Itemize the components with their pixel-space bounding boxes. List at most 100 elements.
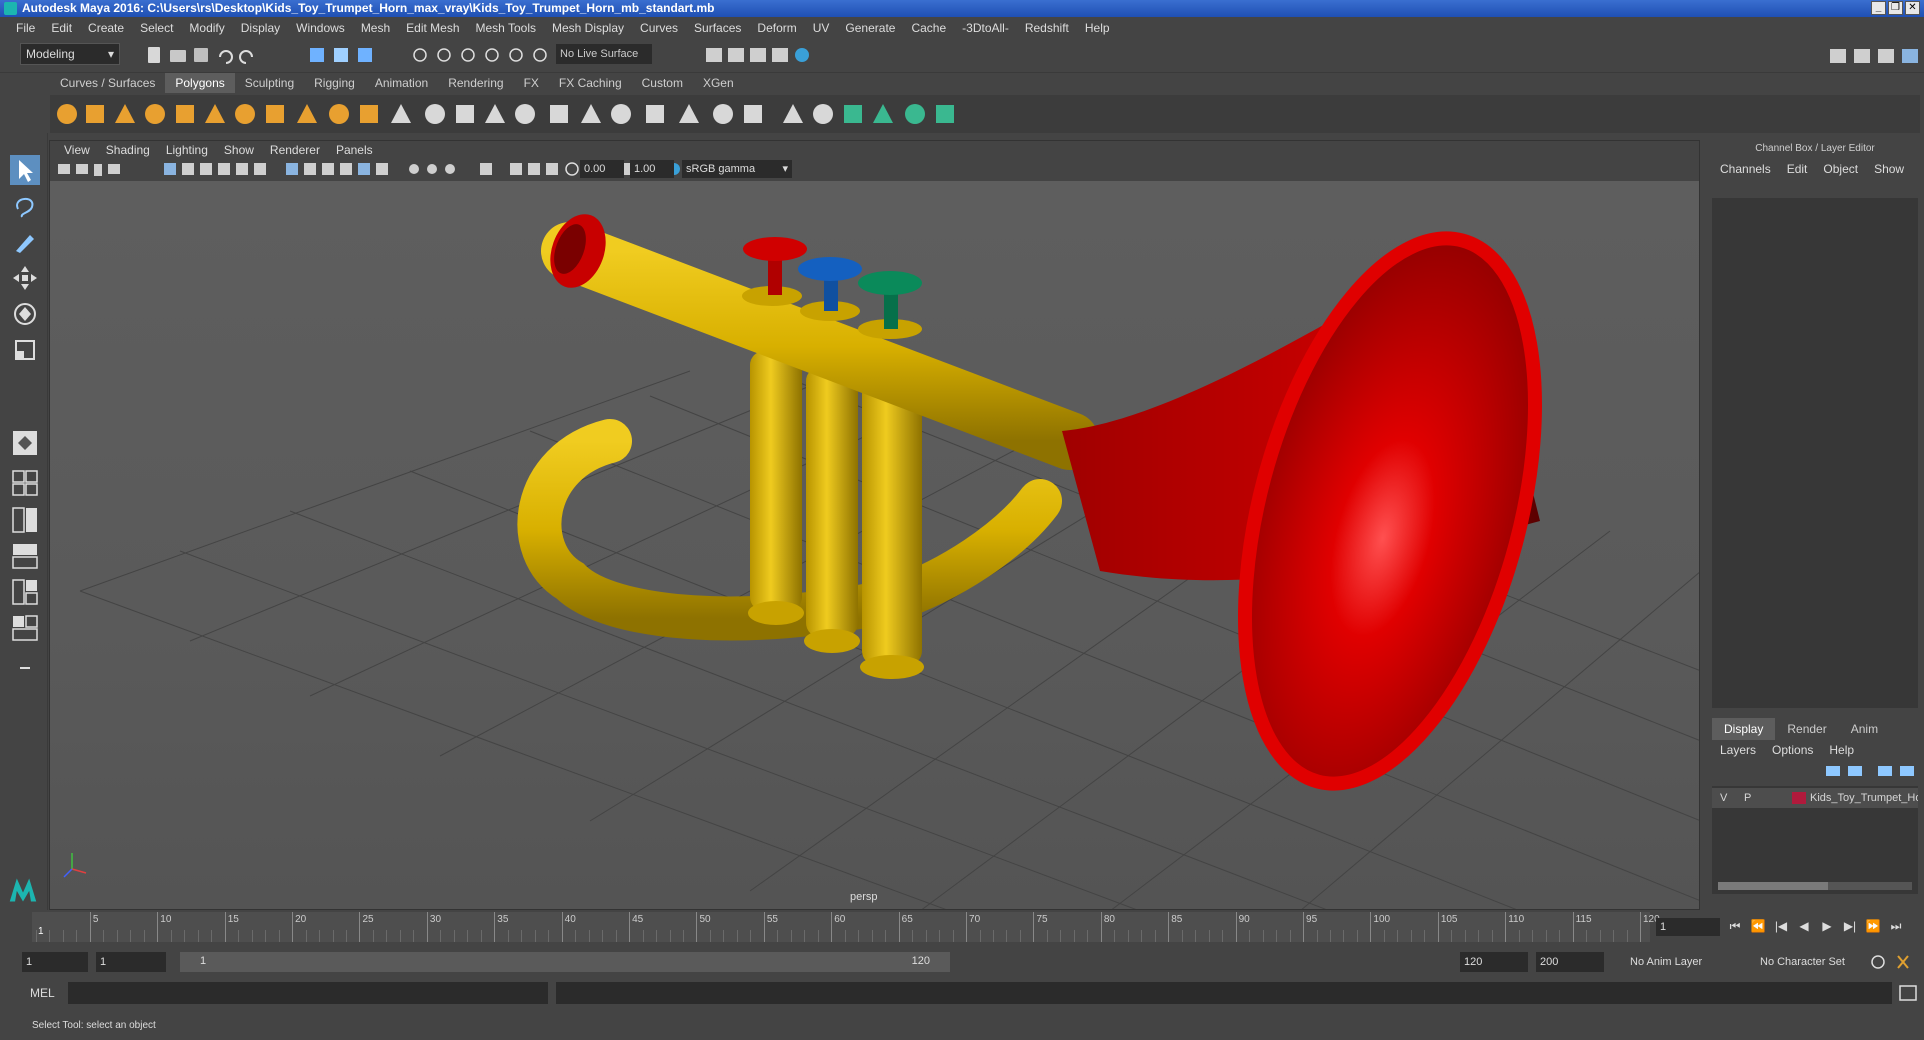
channel-menu-show[interactable]: Show	[1866, 162, 1912, 176]
shelf-tab-custom[interactable]: Custom	[632, 73, 693, 93]
layer-list-scrollbar[interactable]	[1718, 882, 1912, 890]
rotate-tool-icon[interactable]	[10, 299, 40, 329]
scale-tool-icon[interactable]	[10, 335, 40, 365]
perspective-viewport[interactable]: View Shading Lighting Show Renderer Panels	[49, 140, 1700, 910]
move-tool-icon[interactable]	[10, 263, 40, 293]
menu-curves[interactable]: Curves	[632, 21, 686, 35]
layer-tab-anim[interactable]: Anim	[1839, 718, 1890, 740]
channel-menu-object[interactable]: Object	[1815, 162, 1866, 176]
bridge-icon[interactable]	[546, 101, 572, 127]
quad-draw-icon[interactable]	[710, 101, 736, 127]
four-view-layout-icon[interactable]	[10, 468, 40, 498]
menu-windows[interactable]: Windows	[288, 21, 353, 35]
uv-editor-layout-icon[interactable]	[10, 613, 40, 643]
multi-cut-icon[interactable]	[608, 101, 634, 127]
close-button[interactable]: ✕	[1905, 1, 1920, 15]
smooth-icon[interactable]	[452, 101, 478, 127]
panel-menu-shading[interactable]: Shading	[98, 141, 158, 159]
panel-menu-show[interactable]: Show	[216, 141, 262, 159]
uv-editor-icon[interactable]	[902, 101, 928, 127]
mirror-icon[interactable]	[676, 101, 702, 127]
cleanup-icon[interactable]	[932, 101, 958, 127]
shelf-tab-animation[interactable]: Animation	[365, 73, 438, 93]
step-back-key-icon[interactable]: |◀	[1772, 916, 1790, 936]
menu-file[interactable]: File	[8, 21, 43, 35]
layer-tool-icons[interactable]	[1824, 762, 1920, 780]
menu-cache[interactable]: Cache	[903, 21, 954, 35]
exposure-field[interactable]: 0.00	[580, 160, 624, 178]
step-forward-frame-icon[interactable]: ⏩	[1864, 916, 1882, 936]
shelf-tab-rendering[interactable]: Rendering	[438, 73, 513, 93]
panel-menu-view[interactable]: View	[56, 141, 98, 159]
time-ruler[interactable]: 5 10 15 20 25 30 35 40 45 50 55 60 65 70 75 80 85 90 95 100…	[32, 912, 1660, 942]
command-input[interactable]	[68, 982, 548, 1004]
separate-icon[interactable]	[422, 101, 448, 127]
persp-graph-layout-icon[interactable]	[10, 541, 40, 571]
menu-surfaces[interactable]: Surfaces	[686, 21, 749, 35]
render-icons[interactable]	[704, 45, 834, 67]
fill-hole-icon[interactable]	[810, 101, 836, 127]
menu-redshift[interactable]: Redshift	[1017, 21, 1077, 35]
minimize-button[interactable]: _	[1871, 1, 1886, 15]
menu-display[interactable]: Display	[233, 21, 288, 35]
layer-menu-options[interactable]: Options	[1764, 740, 1821, 760]
menu-edit-mesh[interactable]: Edit Mesh	[398, 21, 467, 35]
layer-visibility-toggle[interactable]: V	[1720, 788, 1727, 808]
gamma-field[interactable]: 1.00	[630, 160, 674, 178]
poly-cube-icon[interactable]	[82, 101, 108, 127]
poly-helix-icon[interactable]	[294, 101, 320, 127]
poly-sphere-icon[interactable]	[54, 101, 80, 127]
animation-end-field[interactable]: 200	[1536, 952, 1604, 972]
animation-start-field[interactable]: 1	[22, 952, 88, 972]
paint-select-icon[interactable]	[10, 227, 40, 257]
shelf-tab-polygons[interactable]: Polygons	[165, 73, 235, 93]
menu-mesh-display[interactable]: Mesh Display	[544, 21, 632, 35]
current-frame-field[interactable]: 1	[1656, 918, 1720, 936]
step-forward-key-icon[interactable]: ▶|	[1841, 916, 1859, 936]
boolean-icon[interactable]	[482, 101, 508, 127]
panel-menu-lighting[interactable]: Lighting	[158, 141, 216, 159]
shelf-tab-rigging[interactable]: Rigging	[304, 73, 365, 93]
anim-layer-dropdown[interactable]: No Anim Layer	[1626, 952, 1726, 972]
single-perspective-layout-icon[interactable]	[10, 428, 40, 458]
layer-name[interactable]: Kids_Toy_Trumpet_Horn	[1810, 788, 1918, 808]
menu-create[interactable]: Create	[80, 21, 132, 35]
target-weld-icon[interactable]	[642, 101, 668, 127]
collapse-toolbox-icon[interactable]	[10, 653, 40, 683]
panel-menu-renderer[interactable]: Renderer	[262, 141, 328, 159]
live-surface-field[interactable]: No Live Surface	[556, 44, 652, 64]
restore-button[interactable]: ❐	[1888, 1, 1903, 15]
playback-start-field[interactable]: 1	[96, 952, 166, 972]
poly-torus-icon[interactable]	[172, 101, 198, 127]
lasso-tool-icon[interactable]	[10, 191, 40, 221]
automatic-uv-icon[interactable]	[870, 101, 896, 127]
play-forwards-icon[interactable]: ▶	[1818, 916, 1836, 936]
poly-superellipse-icon[interactable]	[326, 101, 352, 127]
menu-3dtoall[interactable]: -3DtoAll-	[954, 21, 1017, 35]
playback-end-field[interactable]: 120	[1460, 952, 1528, 972]
poly-disc-icon[interactable]	[232, 101, 258, 127]
menu-select[interactable]: Select	[132, 21, 181, 35]
poly-platonic-icon[interactable]	[356, 101, 382, 127]
go-to-end-icon[interactable]: ⏭	[1887, 916, 1905, 936]
shelf-tab-sculpting[interactable]: Sculpting	[235, 73, 304, 93]
channel-menu-channels[interactable]: Channels	[1712, 162, 1779, 176]
layer-playback-toggle[interactable]: P	[1744, 788, 1751, 808]
panel-menu-panels[interactable]: Panels	[328, 141, 381, 159]
poly-cylinder-icon[interactable]	[112, 101, 138, 127]
bevel-icon[interactable]	[578, 101, 604, 127]
layer-menu-layers[interactable]: Layers	[1712, 740, 1764, 760]
character-set-dropdown[interactable]: No Character Set	[1756, 952, 1868, 972]
hypershade-layout-icon[interactable]	[10, 577, 40, 607]
range-slider[interactable]: 1 120	[180, 952, 950, 972]
menu-set-dropdown[interactable]: Modeling	[20, 43, 120, 65]
menu-deform[interactable]: Deform	[749, 21, 804, 35]
shelf-tab-fx-caching[interactable]: FX Caching	[549, 73, 632, 93]
poly-pipe-icon[interactable]	[262, 101, 288, 127]
menu-edit[interactable]: Edit	[43, 21, 80, 35]
poly-plane-icon[interactable]	[202, 101, 228, 127]
menu-generate[interactable]: Generate	[837, 21, 903, 35]
combine-icon[interactable]	[388, 101, 414, 127]
layer-tab-display[interactable]: Display	[1712, 718, 1776, 740]
append-polygon-icon[interactable]	[780, 101, 806, 127]
